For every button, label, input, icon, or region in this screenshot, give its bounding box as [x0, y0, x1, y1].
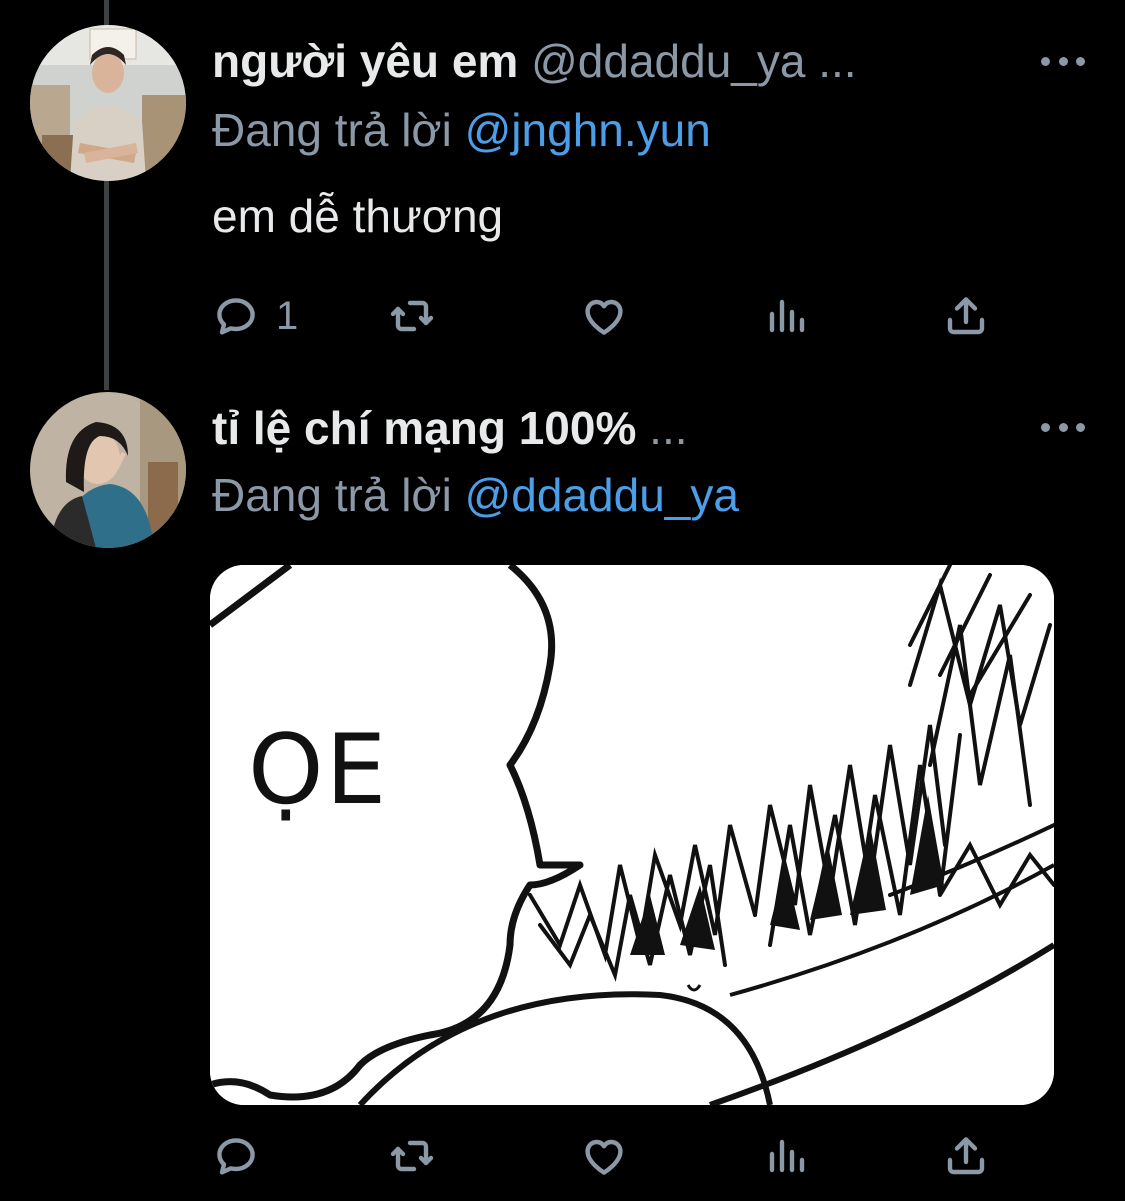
avatar[interactable] — [30, 25, 186, 181]
replying-to-handle[interactable]: @ddaddu_ya — [465, 469, 739, 521]
reply-icon — [217, 298, 255, 335]
tweet-header: người yêu em @ddaddu_ya ... — [212, 33, 857, 89]
retweet-icon — [390, 1140, 434, 1172]
more-dot — [1076, 56, 1085, 66]
reply-button[interactable] — [212, 1128, 276, 1184]
tweet-action-bar: 1 — [212, 288, 1012, 344]
more-dot — [1041, 422, 1050, 432]
reply-icon — [217, 1138, 255, 1175]
analytics-button[interactable] — [762, 1128, 810, 1184]
share-icon — [947, 297, 985, 335]
analytics-icon — [769, 1139, 805, 1173]
share-button[interactable] — [942, 1128, 990, 1184]
retweet-button[interactable] — [388, 288, 436, 344]
like-button[interactable] — [580, 1128, 628, 1184]
like-icon — [585, 299, 623, 335]
more-dot — [1076, 422, 1085, 432]
retweet-icon — [390, 300, 434, 332]
reply-button[interactable]: 1 — [212, 288, 298, 344]
reply-count: 1 — [276, 293, 299, 338]
tweet-action-bar — [212, 1128, 1012, 1184]
share-icon — [947, 1137, 985, 1175]
share-button[interactable] — [942, 288, 990, 344]
tweet-text: em dễ thương — [212, 190, 504, 242]
user-handle[interactable]: @ddaddu_ya — [531, 35, 805, 87]
replying-to-label: Đang trả lời — [212, 469, 452, 521]
more-dot — [1058, 56, 1068, 66]
more-options-button[interactable] — [1041, 417, 1085, 437]
avatar[interactable] — [30, 392, 186, 548]
replying-to: Đang trả lời @ddaddu_ya — [212, 467, 739, 523]
tweet-media-image[interactable]: ỌE — [210, 565, 1054, 1105]
display-name[interactable]: người yêu em — [212, 35, 518, 87]
more-dot — [1058, 422, 1068, 432]
like-button[interactable] — [580, 288, 628, 344]
speech-bubble-text: ỌE — [248, 714, 389, 826]
truncation-ellipsis: ... — [805, 35, 857, 87]
more-dot — [1041, 56, 1050, 66]
replying-to: Đang trả lời @jnghn.yun — [212, 102, 711, 158]
like-icon — [585, 1139, 623, 1175]
analytics-icon — [769, 299, 805, 333]
analytics-button[interactable] — [762, 288, 810, 344]
more-options-button[interactable] — [1041, 51, 1085, 71]
replying-to-handle[interactable]: @jnghn.yun — [465, 104, 711, 156]
tweet-header: tỉ lệ chí mạng 100% ... — [212, 400, 688, 456]
replying-to-label: Đang trả lời — [212, 104, 452, 156]
display-name[interactable]: tỉ lệ chí mạng 100% — [212, 402, 636, 454]
truncation-ellipsis: ... — [636, 402, 688, 454]
retweet-button[interactable] — [388, 1128, 436, 1184]
